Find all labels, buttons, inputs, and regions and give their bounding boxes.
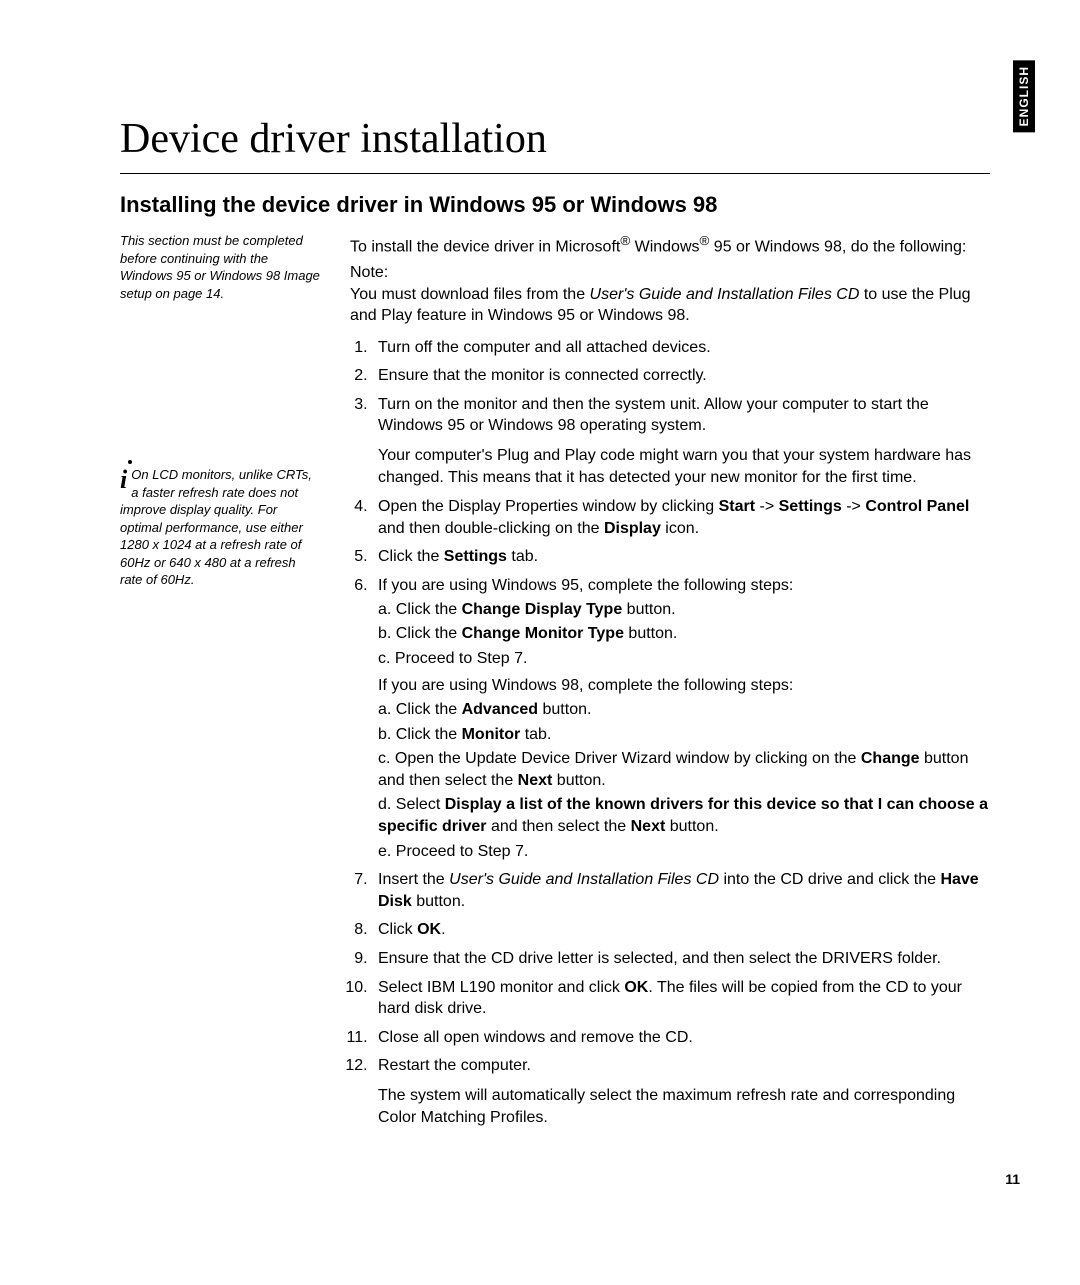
text: tab.	[507, 548, 538, 565]
substep-98b: b. Click the Monitor tab.	[378, 724, 990, 746]
change-button: Change	[861, 750, 920, 767]
step-12: Restart the computer. The system will au…	[372, 1055, 990, 1128]
next-button: Next	[518, 772, 553, 789]
start-menu: Start	[719, 498, 755, 515]
text: into the CD drive and click the	[719, 871, 940, 888]
section-heading: Installing the device driver in Windows …	[120, 192, 990, 218]
cd-title: User's Guide and Installation Files CD	[590, 286, 860, 303]
text: .	[441, 921, 445, 938]
page-title: Device driver installation	[120, 115, 990, 174]
info-icon: i	[120, 471, 127, 489]
text: button.	[665, 818, 718, 835]
substep-98d: d. Select Display a list of the known dr…	[378, 794, 990, 837]
note-body: You must download files from the User's …	[350, 284, 990, 327]
monitor-tab: Monitor	[462, 726, 521, 743]
main-content: To install the device driver in Microsof…	[350, 232, 990, 1136]
substep-6a: a. Click the Change Display Type button.	[378, 599, 990, 621]
text: button.	[624, 625, 677, 642]
substep-6b: b. Click the Change Monitor Type button.	[378, 623, 990, 645]
text: button.	[552, 772, 605, 789]
info-icon-dot	[128, 460, 132, 464]
text: Click	[378, 921, 417, 938]
text: button.	[412, 893, 465, 910]
page-number: 11	[1005, 1171, 1020, 1187]
step-8: Click OK.	[372, 919, 990, 941]
text: c. Open the Update Device Driver Wizard …	[378, 750, 861, 767]
text: 95 or Windows 98, do the following:	[709, 238, 966, 255]
step-10: Select IBM L190 monitor and click OK. Th…	[372, 977, 990, 1020]
step-11: Close all open windows and remove the CD…	[372, 1027, 990, 1049]
substep-98c: c. Open the Update Device Driver Wizard …	[378, 748, 990, 791]
text: Insert the	[378, 871, 449, 888]
step-3: Turn on the monitor and then the system …	[372, 394, 990, 488]
display-icon: Display	[604, 520, 661, 537]
text: and then double-clicking on the	[378, 520, 604, 537]
text: Turn on the monitor and then the system …	[378, 396, 929, 435]
substep-98a: a. Click the Advanced button.	[378, 699, 990, 721]
text: b. Click the	[378, 625, 462, 642]
text: button.	[538, 701, 591, 718]
step-7: Insert the User's Guide and Installation…	[372, 869, 990, 912]
ok-button: OK	[624, 979, 648, 996]
step-12-note: The system will automatically select the…	[378, 1085, 990, 1128]
win98-intro: If you are using Windows 98, complete th…	[378, 675, 990, 697]
settings-tab: Settings	[444, 548, 507, 565]
text: b. Click the	[378, 726, 462, 743]
text: a. Click the	[378, 701, 462, 718]
win98-substeps: a. Click the Advanced button. b. Click t…	[378, 699, 990, 862]
step-1: Turn off the computer and all attached d…	[372, 337, 990, 359]
step-9: Ensure that the CD drive letter is selec…	[372, 948, 990, 970]
sidebar-note-prereq: This section must be completed before co…	[120, 232, 320, 302]
text: Windows	[630, 238, 699, 255]
text: a. Click the	[378, 601, 462, 618]
settings-menu: Settings	[779, 498, 842, 515]
win95-substeps: a. Click the Change Display Type button.…	[378, 599, 990, 670]
text: ->	[842, 498, 866, 515]
text: icon.	[661, 520, 699, 537]
step-5: Click the Settings tab.	[372, 546, 990, 568]
registered-mark: ®	[620, 233, 630, 248]
note-label: Note:	[350, 262, 990, 284]
text: Select IBM L190 monitor and click	[378, 979, 624, 996]
document-page: ENGLISH Device driver installation Insta…	[0, 0, 1080, 1285]
advanced-button: Advanced	[462, 701, 538, 718]
text: You must download files from the	[350, 286, 590, 303]
registered-mark: ®	[700, 233, 710, 248]
change-monitor-type-button: Change Monitor Type	[462, 625, 624, 642]
intro-paragraph: To install the device driver in Microsof…	[350, 232, 990, 258]
text: tab.	[520, 726, 551, 743]
step-4: Open the Display Properties window by cl…	[372, 496, 990, 539]
step-6: If you are using Windows 95, complete th…	[372, 575, 990, 862]
sidebar: This section must be completed before co…	[120, 232, 320, 1136]
text: d. Select	[378, 796, 445, 813]
next-button: Next	[631, 818, 666, 835]
control-panel: Control Panel	[865, 498, 969, 515]
two-column-layout: This section must be completed before co…	[120, 232, 990, 1136]
substep-6c: c. Proceed to Step 7.	[378, 648, 990, 670]
cd-title: User's Guide and Installation Files CD	[449, 871, 719, 888]
step-3-note: Your computer's Plug and Play code might…	[378, 445, 990, 488]
substep-98e: e. Proceed to Step 7.	[378, 841, 990, 863]
text: ->	[755, 498, 779, 515]
step-2: Ensure that the monitor is connected cor…	[372, 365, 990, 387]
ok-button: OK	[417, 921, 441, 938]
language-tab: ENGLISH	[1013, 60, 1035, 132]
sidebar-note-lcd-text: On LCD monitors, unlike CRTs, a faster r…	[120, 467, 312, 587]
text: If you are using Windows 95, complete th…	[378, 577, 793, 594]
text: button.	[622, 601, 675, 618]
text: Restart the computer.	[378, 1057, 531, 1074]
change-display-type-button: Change Display Type	[462, 601, 623, 618]
sidebar-note-lcd: i On LCD monitors, unlike CRTs, a faster…	[120, 462, 320, 589]
text: Open the Display Properties window by cl…	[378, 498, 719, 515]
instruction-list: Turn off the computer and all attached d…	[350, 337, 990, 1128]
text: To install the device driver in Microsof…	[350, 238, 620, 255]
text: Click the	[378, 548, 444, 565]
text: and then select the	[487, 818, 631, 835]
